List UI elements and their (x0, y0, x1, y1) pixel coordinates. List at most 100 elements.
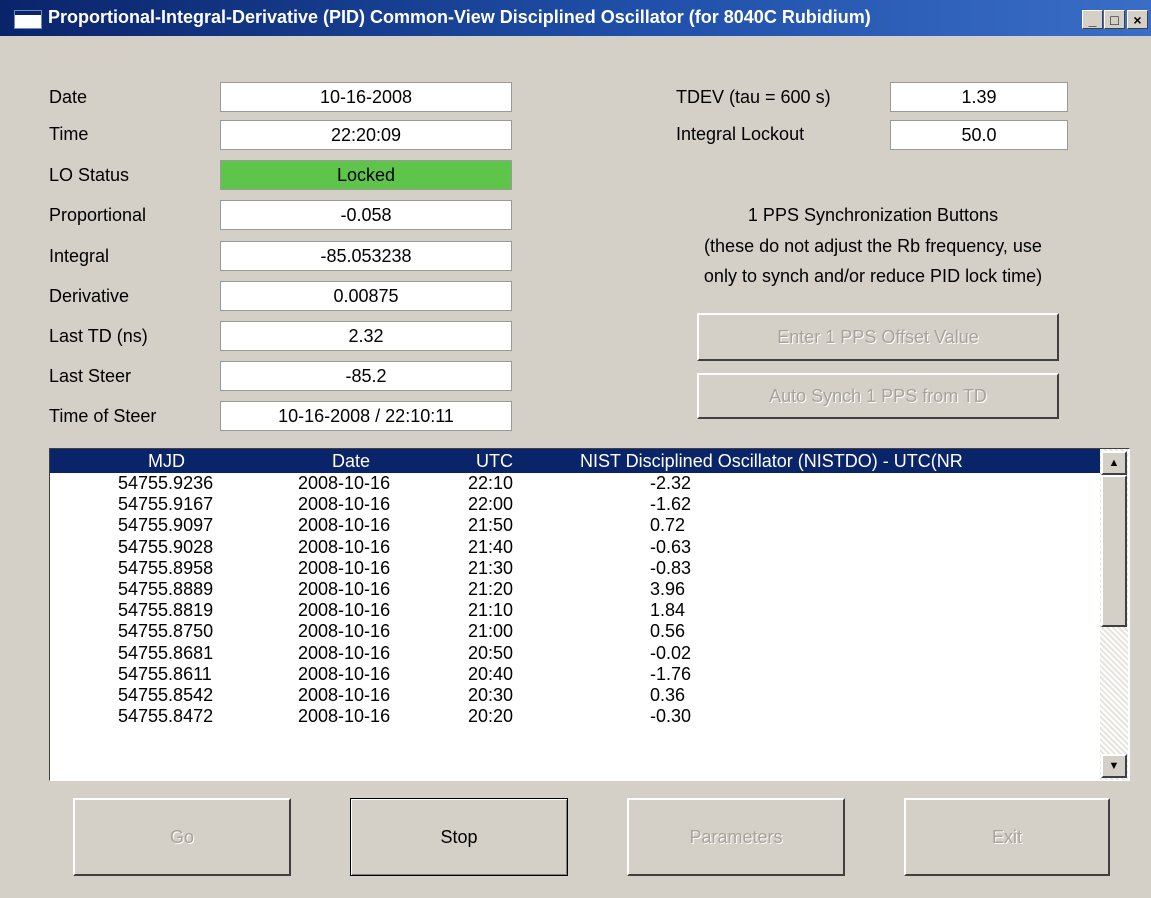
sync-heading: 1 PPS Synchronization Buttons (747, 205, 999, 225)
minimize-button[interactable]: _ (1082, 10, 1103, 29)
mjd-cell: 54755.8611 (118, 663, 212, 684)
column-header-date[interactable]: Date (332, 449, 370, 473)
mjd-cell: 54755.9236 (118, 473, 214, 493)
mjd-cell: 54755.9167 (118, 494, 214, 515)
sync-note-line2: only to synch and/or reduce PID lock tim… (703, 266, 1043, 286)
table-row[interactable]: 54755.8958 2008-10-16 21:30 -0.83 (50, 558, 1100, 579)
table-row[interactable]: 54755.8542 2008-10-16 20:30 0.36 (50, 685, 1100, 706)
utc-cell: 20:40 (468, 663, 514, 684)
utc-cell: 20:50 (468, 642, 514, 663)
table-scrollbar[interactable]: ▲ ▼ (1100, 449, 1128, 780)
utc-cell: 22:10 (468, 473, 514, 493)
app-window-icon[interactable] (14, 10, 42, 29)
mjd-cell: 54755.8681 (118, 642, 214, 663)
integral-field: -85.053238 (220, 241, 512, 271)
utc-cell: 20:20 (468, 706, 514, 727)
table-row[interactable]: 54755.8472 2008-10-16 20:20 -0.30 (50, 706, 1100, 727)
utc-cell: 21:50 (468, 515, 514, 536)
date-cell: 2008-10-16 (298, 663, 391, 684)
scrollbar-thumb[interactable] (1101, 475, 1127, 627)
table-row[interactable]: 54755.8611 2008-10-16 20:40 -1.76 (50, 664, 1100, 685)
scroll-up-icon[interactable]: ▲ (1101, 451, 1127, 475)
utc-cell: 21:10 (468, 600, 514, 621)
table-row[interactable]: 54755.8750 2008-10-16 21:00 0.56 (50, 621, 1100, 642)
date-cell: 2008-10-16 (298, 536, 391, 557)
utc-cell: 21:40 (468, 536, 514, 557)
nistdo-value-cell: 0.72 (650, 515, 686, 536)
nistdo-value-cell: -2.32 (650, 473, 692, 493)
date-cell: 2008-10-16 (298, 515, 391, 536)
last-steer-field: -85.2 (220, 361, 512, 391)
derivative-label: Derivative (49, 286, 130, 306)
nistdo-value-cell: -0.83 (650, 557, 692, 578)
lo-status-indicator: Locked (220, 160, 512, 190)
table-row[interactable]: 54755.9097 2008-10-16 21:50 0.72 (50, 515, 1100, 536)
nistdo-value-cell: 1.84 (650, 600, 686, 621)
measurement-table[interactable]: MJD Date UTC NIST Disciplined Oscillator… (49, 448, 1130, 781)
parameters-button[interactable]: Parameters (627, 798, 845, 876)
table-row[interactable]: 54755.8681 2008-10-16 20:50 -0.02 (50, 643, 1100, 664)
auto-synch-pps-button[interactable]: Auto Synch 1 PPS from TD (697, 373, 1059, 419)
nistdo-value-cell: -0.63 (650, 536, 692, 557)
nistdo-value-cell: 3.96 (650, 579, 686, 599)
maximize-button[interactable]: □ (1104, 10, 1125, 29)
table-row[interactable]: 54755.9167 2008-10-16 22:00 -1.62 (50, 494, 1100, 515)
close-button[interactable]: × (1127, 10, 1148, 29)
date-cell: 2008-10-16 (298, 621, 391, 642)
mjd-cell: 54755.9028 (118, 536, 214, 557)
date-cell: 2008-10-16 (298, 642, 391, 663)
lo-status-label: LO Status (49, 165, 130, 185)
title-bar[interactable]: Proportional-Integral-Derivative (PID) C… (0, 0, 1151, 36)
date-cell: 2008-10-16 (298, 685, 391, 705)
integral-lockout-field[interactable]: 50.0 (890, 120, 1068, 150)
table-row[interactable]: 54755.8889 2008-10-16 21:20 3.96 (50, 579, 1100, 600)
mjd-cell: 54755.8819 (118, 600, 214, 621)
enter-pps-offset-button[interactable]: Enter 1 PPS Offset Value (697, 313, 1059, 361)
nistdo-value-cell: 0.36 (650, 685, 686, 705)
utc-cell: 21:30 (468, 557, 514, 578)
last-steer-label: Last Steer (49, 366, 132, 386)
scroll-down-icon[interactable]: ▼ (1101, 754, 1127, 778)
table-row[interactable]: 54755.9028 2008-10-16 21:40 -0.63 (50, 537, 1100, 558)
time-of-steer-field: 10-16-2008 / 22:10:11 (220, 401, 512, 431)
date-label: Date (49, 87, 88, 107)
time-field: 22:20:09 (220, 120, 512, 150)
stop-button[interactable]: Stop (350, 798, 568, 876)
proportional-label: Proportional (49, 205, 147, 225)
utc-cell: 22:00 (468, 494, 514, 515)
table-header: MJD Date UTC NIST Disciplined Oscillator… (50, 449, 1100, 473)
last-td-label: Last TD (ns) (49, 326, 148, 346)
tdev-label: TDEV (tau = 600 s) (676, 87, 831, 107)
table-row[interactable]: 54755.8819 2008-10-16 21:10 1.84 (50, 600, 1100, 621)
derivative-field: 0.00875 (220, 281, 512, 311)
proportional-field: -0.058 (220, 200, 512, 230)
date-cell: 2008-10-16 (298, 473, 391, 493)
column-header-utc[interactable]: UTC (476, 449, 513, 473)
column-header-mjd[interactable]: MJD (148, 449, 185, 473)
nistdo-value-cell: -1.62 (650, 494, 692, 515)
last-td-field: 2.32 (220, 321, 512, 351)
table-row[interactable]: 54755.9236 2008-10-16 22:10 -2.32 (50, 473, 1100, 494)
table-body[interactable]: 54755.9236 2008-10-16 22:10 -2.32 54755.9167… (50, 473, 1100, 780)
time-label: Time (49, 124, 89, 144)
nistdo-value-cell: -0.02 (650, 642, 692, 663)
mjd-cell: 54755.8472 (118, 706, 214, 727)
column-header-nistdo[interactable]: NIST Disciplined Oscillator (NISTDO) - U… (580, 449, 963, 473)
mjd-cell: 54755.8889 (118, 579, 214, 599)
utc-cell: 21:20 (468, 579, 514, 599)
window-title: Proportional-Integral-Derivative (PID) C… (48, 7, 871, 27)
date-cell: 2008-10-16 (298, 557, 391, 578)
mjd-cell: 54755.8958 (118, 557, 214, 578)
nistdo-value-cell: -1.76 (650, 663, 692, 684)
nistdo-value-cell: 0.56 (650, 621, 686, 642)
nistdo-value-cell: -0.30 (650, 706, 692, 727)
tdev-field: 1.39 (890, 82, 1068, 112)
date-cell: 2008-10-16 (298, 600, 391, 621)
exit-button[interactable]: Exit (904, 798, 1110, 876)
utc-cell: 21:00 (468, 621, 514, 642)
go-button[interactable]: Go (73, 798, 291, 876)
date-cell: 2008-10-16 (298, 579, 391, 599)
date-field: 10-16-2008 (220, 82, 512, 112)
utc-cell: 20:30 (468, 685, 514, 705)
integral-lockout-label: Integral Lockout (676, 124, 805, 144)
